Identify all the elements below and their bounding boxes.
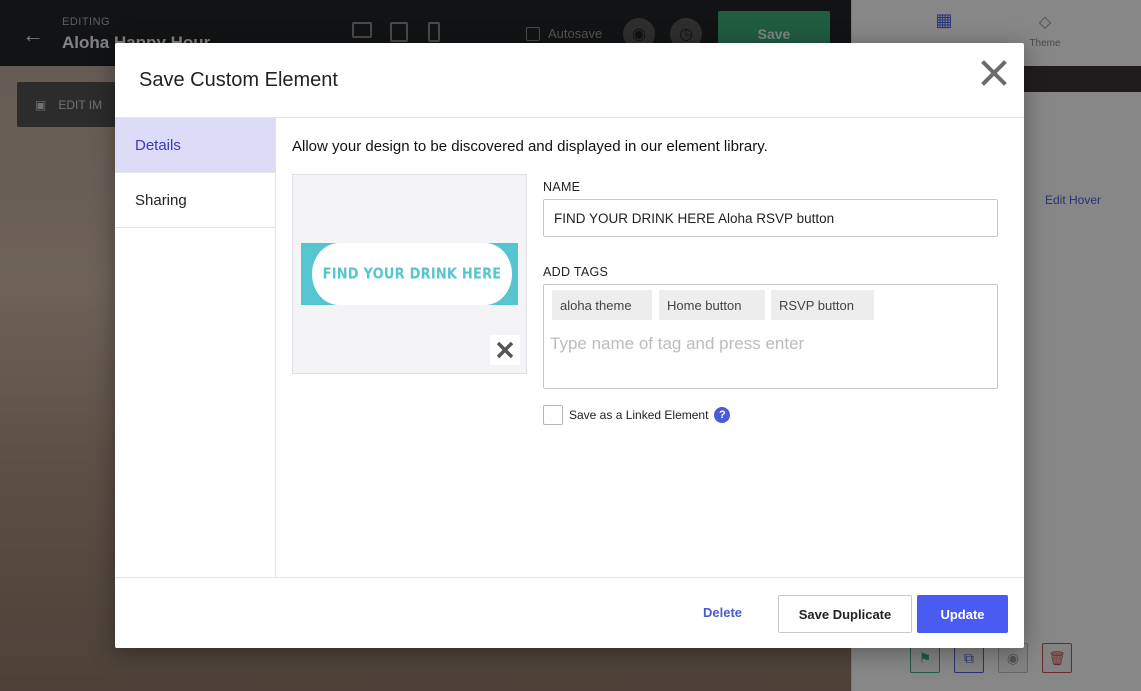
tag-chip[interactable]: RSVP button <box>771 290 874 320</box>
dialog-side-nav: Details Sharing <box>115 118 276 577</box>
intro-text: Allow your design to be discovered and d… <box>292 138 768 155</box>
details-panel: Allow your design to be discovered and d… <box>276 118 1024 577</box>
linked-element-checkbox[interactable] <box>543 405 563 425</box>
tab-details-label: Details <box>135 136 181 154</box>
delete-button[interactable]: Delete <box>697 601 748 624</box>
tag-chip[interactable]: Home button <box>659 290 765 320</box>
save-custom-element-dialog: Save Custom Element Details Sharing Allo… <box>115 43 1024 648</box>
linked-element-option: Save as a Linked Element ? <box>543 405 731 425</box>
tab-sharing[interactable]: Sharing <box>115 173 275 228</box>
preview-button: FIND YOUR DRINK HERE <box>312 242 512 306</box>
close-icon[interactable] <box>980 59 1008 87</box>
name-label: NAME <box>543 180 581 194</box>
tab-sharing-label: Sharing <box>135 191 187 209</box>
dialog-header: Save Custom Element <box>115 43 1024 118</box>
tag-chip[interactable]: aloha theme <box>552 290 652 320</box>
tag-input[interactable] <box>550 331 990 357</box>
help-icon[interactable]: ? <box>714 407 731 423</box>
preview-button-background: FIND YOUR DRINK HERE <box>301 242 518 306</box>
remove-preview-icon[interactable] <box>490 335 520 365</box>
name-input[interactable] <box>543 199 998 237</box>
update-button[interactable]: Update <box>917 595 1008 633</box>
element-preview: FIND YOUR DRINK HERE <box>292 174 527 374</box>
add-tags-label: ADD TAGS <box>543 265 609 279</box>
save-duplicate-button[interactable]: Save Duplicate <box>778 595 912 633</box>
dialog-title: Save Custom Element <box>139 69 338 91</box>
dialog-footer: Delete Save Duplicate Update <box>115 577 1024 648</box>
linked-element-label: Save as a Linked Element <box>569 408 709 422</box>
tab-details[interactable]: Details <box>115 118 275 173</box>
tags-field[interactable]: aloha theme Home button RSVP button <box>543 284 998 389</box>
